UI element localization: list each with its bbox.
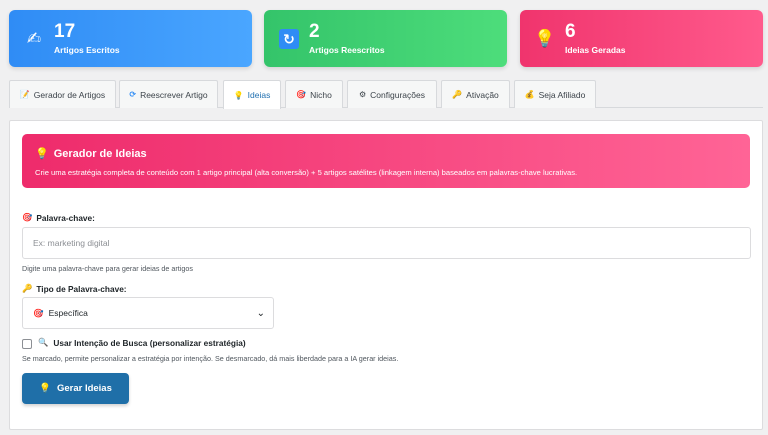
lightbulb-icon: 💡	[39, 383, 51, 394]
gear-icon: ⚙	[359, 90, 367, 99]
refresh-icon: ⟳	[129, 90, 137, 99]
banner-title: 💡 Gerador de Ideias	[35, 147, 147, 161]
chevron-down-icon: ⌄	[256, 308, 265, 319]
keyword-label-text: Palavra-chave:	[36, 212, 95, 223]
key-icon: 🔑	[22, 283, 33, 293]
tab-label: Nicho	[310, 89, 332, 100]
stat-value: 17	[54, 21, 76, 42]
tab-label: Configurações	[370, 89, 425, 100]
tab-settings[interactable]: ⚙ Configurações	[347, 80, 437, 108]
memo-icon: 📝	[19, 90, 30, 99]
keyword-help: Digite uma palavra-chave para gerar idei…	[22, 264, 193, 273]
lightbulb-icon: 💡	[233, 90, 244, 100]
refresh-icon: ↻	[278, 28, 300, 50]
lightbulb-icon: 💡	[35, 148, 49, 160]
banner-description: Crie uma estratégia completa de conteúdo…	[35, 168, 578, 177]
search-intent-label-text: Usar Intenção de Busca (personalizar est…	[53, 337, 246, 348]
search-intent-checkbox[interactable]	[22, 339, 32, 349]
stat-label: Artigos Escritos	[54, 45, 120, 55]
writing-hand-icon: ✍	[26, 29, 42, 48]
ideas-header-banner: 💡 Gerador de Ideias Crie uma estratégia …	[22, 134, 750, 188]
tab-affiliate[interactable]: 💰 Seja Afiliado	[514, 80, 596, 108]
target-icon: 🎯	[33, 307, 44, 318]
tab-bar: 📝 Gerador de Artigos ⟳ Reescrever Artigo…	[9, 80, 763, 109]
keyword-label: 🎯 Palavra-chave:	[22, 212, 95, 223]
banner-title-text: Gerador de Ideias	[53, 147, 147, 160]
stat-value: 2	[309, 21, 320, 42]
tab-label: Gerador de Artigos	[33, 89, 106, 100]
keyword-type-selected: Específica	[48, 308, 88, 318]
tab-niche[interactable]: 🎯 Nicho	[285, 80, 343, 108]
stats-row: ✍ 17 Artigos Escritos ↻ 2 Artigos Reescr…	[9, 10, 763, 67]
key-icon: 🔑	[452, 90, 463, 99]
lightbulb-icon: 💡	[534, 29, 556, 48]
target-icon: 🎯	[296, 90, 307, 99]
tab-label: Ideias	[247, 90, 271, 100]
tab-rewrite-article[interactable]: ⟳ Reescrever Artigo	[119, 80, 218, 108]
tab-label: Reescrever Artigo	[140, 89, 208, 100]
tab-label: Ativação	[466, 89, 499, 100]
stat-card-articles-written: ✍ 17 Artigos Escritos	[9, 10, 252, 67]
target-icon: 🎯	[22, 212, 33, 222]
stat-value: 6	[565, 21, 576, 42]
ideas-panel: 💡 Gerador de Ideias Crie uma estratégia …	[9, 120, 763, 430]
generate-ideas-label: Gerar Ideias	[56, 383, 112, 394]
money-bag-icon: 💰	[524, 90, 535, 99]
search-intent-help: Se marcado, permite personalizar a estra…	[22, 354, 399, 363]
keyword-type-label: 🔑 Tipo de Palavra-chave:	[22, 283, 127, 294]
tab-activation[interactable]: 🔑 Ativação	[441, 80, 510, 108]
keyword-type-select[interactable]: 🎯 Específica ⌄	[22, 297, 274, 329]
stat-label: Ideias Geradas	[565, 45, 626, 55]
stat-label: Artigos Reescritos	[309, 45, 385, 55]
tab-article-generator[interactable]: 📝 Gerador de Artigos	[9, 80, 116, 108]
stat-card-articles-rewritten: ↻ 2 Artigos Reescritos	[264, 10, 507, 67]
stat-card-ideas-generated: 💡 6 Ideias Geradas	[520, 10, 763, 67]
search-intent-label[interactable]: 🔍 Usar Intenção de Busca (personalizar e…	[38, 337, 246, 348]
generate-ideas-button[interactable]: 💡 Gerar Ideias	[22, 373, 129, 404]
keyword-type-label-text: Tipo de Palavra-chave:	[36, 283, 127, 294]
tab-ideas[interactable]: 💡 Ideias	[223, 80, 281, 109]
keyword-input[interactable]	[22, 227, 751, 259]
search-icon: 🔍	[38, 337, 49, 347]
tab-label: Seja Afiliado	[538, 89, 586, 100]
